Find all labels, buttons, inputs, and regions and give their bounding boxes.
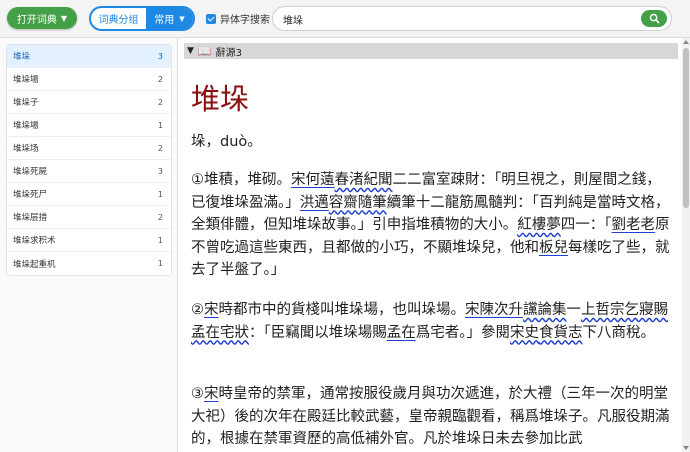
book-link[interactable]: 食貨志: [539, 325, 583, 341]
definition-number: ②: [191, 302, 204, 318]
definition-3: ③宋時皇帝的禁軍，通常按服役歲月與功次遞進，於大禮（三年一次的明堂大祀）後的次年…: [191, 383, 671, 451]
variant-search-checkbox[interactable]: [206, 13, 216, 24]
definition-number: ①堆積，堆砌。: [191, 172, 291, 188]
dictionary-segment-control: 词典分组 常用 ▼: [89, 6, 195, 31]
person-link[interactable]: 陳次升: [480, 302, 524, 318]
word-list-item-count: 2: [157, 97, 163, 107]
toolbar: 打开词典 ▼ 词典分组 常用 ▼ 异体字搜索 堆垛: [0, 0, 690, 38]
dictionary-name: 辭源3: [215, 47, 242, 59]
word-list-item[interactable]: 堆垛起重机 1: [7, 252, 171, 275]
word-list-item[interactable]: 堆垛場 1: [7, 114, 171, 137]
definition-text: 四一：「: [560, 217, 612, 233]
book-link[interactable]: 春渚紀聞: [335, 172, 393, 188]
person-link[interactable]: 板兒: [539, 240, 568, 256]
word-list-item-label: 堆垛場: [13, 75, 39, 85]
word-list-item-label: 堆垛层措: [13, 213, 48, 223]
scroll-down-arrow-icon[interactable]: [683, 446, 689, 450]
word-list-item-label: 堆垛求积术: [13, 236, 56, 246]
definition-text: ：「臣竊聞以堆垛場賜: [249, 324, 387, 341]
dynasty-link[interactable]: 宋: [204, 302, 219, 318]
book-link[interactable]: 紅樓夢: [517, 217, 561, 233]
variant-search-label: 异体字搜索: [220, 15, 270, 26]
definition-2: ②宋時都市中的貨棧叫堆垛場，也叫垛場。宋陳次升讜論集一上哲宗乞寢賜孟在宅狀：「臣…: [191, 299, 671, 344]
book-link[interactable]: 容齋隨筆: [329, 195, 387, 211]
word-list-item[interactable]: 堆垛死尸 1: [7, 183, 171, 206]
definition-text: 時皇帝的禁軍，通常按服役歲月與功次遞進，於大禮（三年一次的明堂大祀）後的次年在殿…: [191, 386, 670, 447]
person-link[interactable]: 孟在: [387, 325, 416, 341]
book-icon: 📖: [197, 44, 212, 58]
word-list-item-count: 1: [157, 189, 163, 199]
word-list-item-label: 堆垛子: [13, 98, 39, 108]
entry-content: ▼ 📖 辭源3 堆垛 垛，duò。 ①堆積，堆砌。宋何薳春渚紀聞二二富室疎財：「…: [179, 38, 690, 452]
word-list-item-count: 1: [157, 259, 163, 268]
open-dictionary-label: 打开词典: [16, 14, 57, 26]
person-link[interactable]: 洪邁: [300, 195, 329, 211]
word-list-item[interactable]: 堆垛 3: [7, 45, 171, 68]
word-list-item-count: 3: [157, 51, 163, 61]
dynasty-link[interactable]: 宋: [204, 386, 219, 402]
definition-1: ①堆積，堆砌。宋何薳春渚紀聞二二富室疎財：「明旦視之，則屋間之錢，已復堆垛盈滿。…: [191, 169, 671, 282]
book-link[interactable]: 宋史: [510, 325, 539, 341]
scrollbar-thumb[interactable]: [683, 48, 689, 208]
word-list-item[interactable]: 堆垛死屍 3: [7, 160, 171, 183]
common-group-label: 常用: [154, 15, 175, 26]
word-list-item[interactable]: 堆垛场 2: [7, 137, 171, 160]
definition-text: 下八商稅。: [582, 324, 656, 341]
search-field[interactable]: 堆垛: [272, 6, 672, 31]
caret-down-icon: ▼: [60, 13, 68, 23]
word-list-item-label: 堆垛: [13, 52, 31, 62]
dynasty-link[interactable]: 宋: [291, 172, 306, 188]
definition-text: 爲宅者。」參閱: [415, 324, 510, 341]
variant-search-option[interactable]: 异体字搜索: [206, 12, 270, 26]
open-dictionary-button[interactable]: 打开词典 ▼: [7, 7, 77, 29]
word-list-item[interactable]: 堆垛場 2: [7, 68, 171, 91]
word-list-item-count: 2: [157, 212, 163, 222]
word-list-item[interactable]: 堆垛层措 2: [7, 206, 171, 229]
person-link[interactable]: 劉老老: [612, 217, 656, 233]
search-button[interactable]: [641, 10, 667, 27]
pronunciation: 垛，duò。: [191, 134, 262, 150]
search-icon: [649, 13, 659, 24]
definition-number: ③: [191, 386, 204, 402]
word-list-item-label: 堆垛死尸: [13, 190, 48, 200]
word-list-item-count: 3: [157, 166, 163, 176]
word-list-item-count: 2: [157, 74, 163, 84]
word-list-item-label: 堆垛場: [13, 121, 39, 131]
collapse-triangle-icon[interactable]: ▼: [187, 46, 194, 56]
search-input[interactable]: 堆垛: [283, 12, 303, 27]
definition-text: 時都市中的貨棧叫堆垛場，也叫垛場。: [218, 302, 466, 318]
dictionary-group-tab[interactable]: 词典分组: [91, 8, 146, 29]
person-link[interactable]: 何薳: [306, 172, 335, 188]
content-scrollbar[interactable]: [682, 38, 690, 452]
caret-down-icon: ▼: [179, 14, 185, 23]
word-list-item[interactable]: 堆垛求积术 1: [7, 229, 171, 252]
dictionary-section-header[interactable]: ▼ 📖 辭源3: [184, 43, 678, 59]
scroll-up-arrow-icon[interactable]: [683, 40, 689, 44]
dynasty-link[interactable]: 宋: [465, 302, 480, 318]
word-list-item-label: 堆垛场: [13, 144, 39, 154]
definition-text: 一: [566, 302, 582, 318]
word-list-item-count: 2: [157, 143, 163, 153]
word-list-item-label: 堆垛起重机: [13, 259, 56, 270]
common-group-dropdown[interactable]: 常用 ▼: [146, 8, 193, 29]
word-list-item[interactable]: 堆垛子 2: [7, 91, 171, 114]
word-list-sidebar: 堆垛 3 堆垛場 2 堆垛子 2 堆垛場 1 堆垛场 2 堆垛死屍 3 堆垛死尸…: [0, 38, 178, 452]
headword: 堆垛: [191, 82, 250, 116]
book-link[interactable]: 讜論集: [523, 302, 567, 318]
word-list: 堆垛 3 堆垛場 2 堆垛子 2 堆垛場 1 堆垛场 2 堆垛死屍 3 堆垛死尸…: [6, 44, 172, 276]
word-list-item-label: 堆垛死屍: [13, 167, 48, 177]
word-list-item-count: 1: [157, 120, 163, 130]
word-list-item-count: 1: [157, 235, 163, 245]
